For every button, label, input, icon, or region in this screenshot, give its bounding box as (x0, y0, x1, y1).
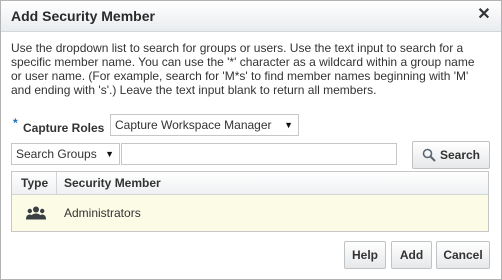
close-icon[interactable]: ✕ (475, 6, 493, 24)
table-header: Type Security Member (12, 172, 488, 195)
search-button-label: Search (439, 148, 481, 162)
column-header-security-member[interactable]: Security Member (64, 176, 161, 190)
cancel-button[interactable]: Cancel (436, 241, 490, 269)
search-type-selected-value: Search Groups (16, 147, 97, 161)
help-button[interactable]: Help (344, 241, 386, 269)
capture-roles-select[interactable]: Capture Workspace Manager ▼ (110, 114, 299, 136)
security-member-name: Administrators (64, 206, 141, 220)
dialog-description: Use the dropdown list to search for grou… (11, 41, 475, 97)
capture-roles-selected-value: Capture Workspace Manager (115, 118, 272, 132)
members-table: Type Security Member Administrators (11, 171, 489, 232)
search-button[interactable]: Search (412, 141, 490, 169)
dialog-titlebar: Add Security Member ✕ (1, 1, 501, 32)
column-header-type[interactable]: Type (21, 176, 48, 190)
group-icon (26, 206, 46, 220)
add-button[interactable]: Add (391, 241, 432, 269)
search-input[interactable] (121, 143, 397, 165)
required-indicator: * (13, 116, 18, 130)
magnifier-icon (422, 148, 436, 162)
search-type-select[interactable]: Search Groups ▼ (11, 143, 120, 165)
capture-roles-label: Capture Roles (23, 121, 105, 135)
table-row[interactable]: Administrators (12, 195, 488, 231)
column-divider (56, 172, 57, 194)
dropdown-arrow-icon: ▼ (284, 120, 293, 130)
add-security-member-dialog: Add Security Member ✕ Use the dropdown l… (0, 0, 502, 280)
dialog-title: Add Security Member (11, 8, 155, 24)
dropdown-arrow-icon: ▼ (105, 149, 114, 159)
